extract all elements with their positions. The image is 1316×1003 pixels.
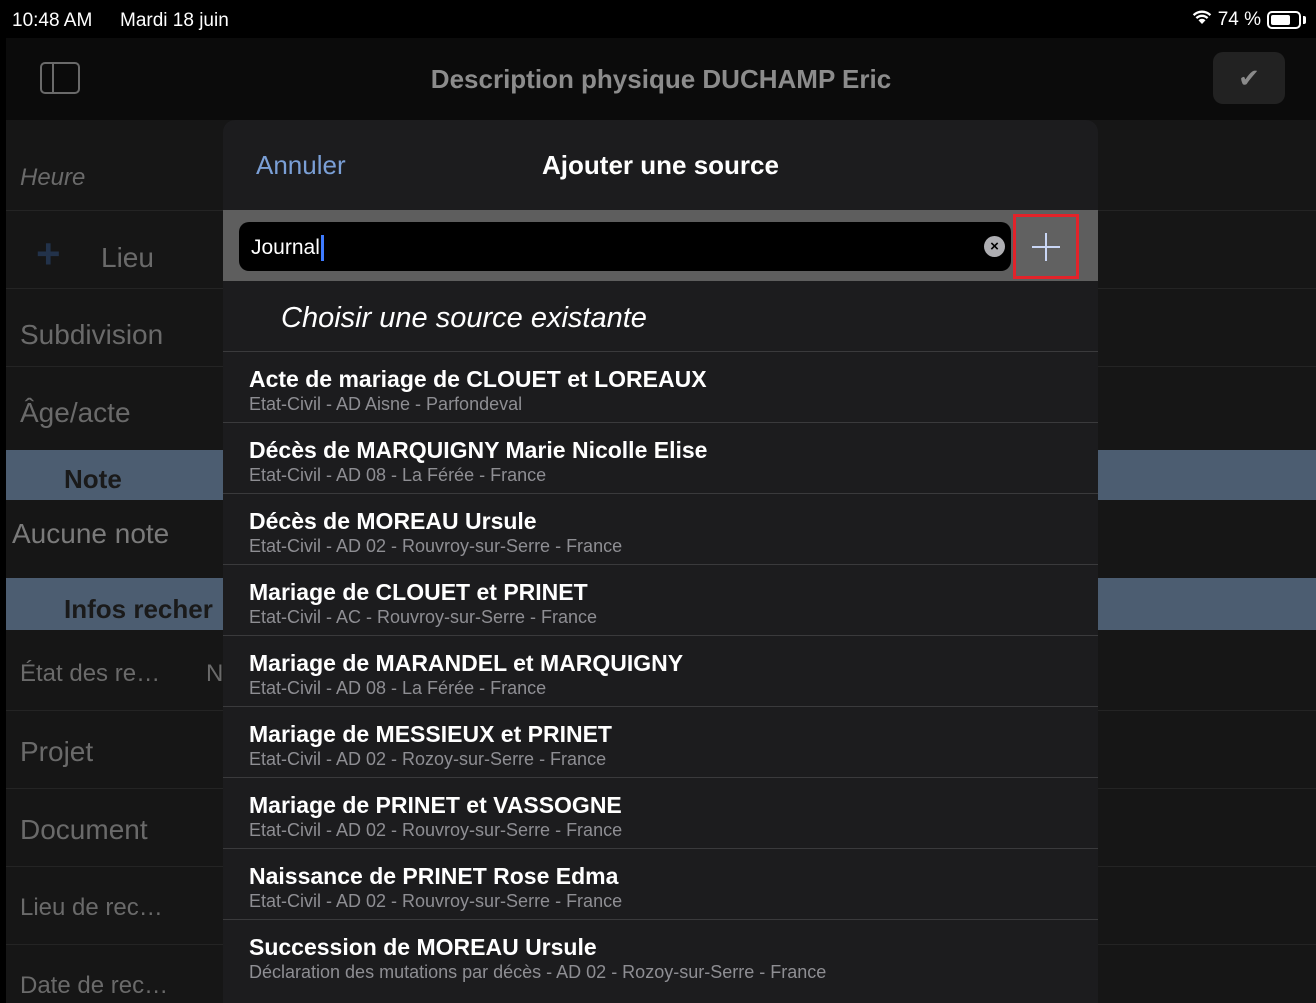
nav-bar: Description physique DUCHAMP Eric ✔ xyxy=(6,38,1316,120)
source-title: Mariage de MARANDEL et MARQUIGNY xyxy=(249,650,684,676)
source-list-item[interactable]: Mariage de PRINET et VASSOGNE Etat-Civil … xyxy=(223,777,1098,848)
source-title: Naissance de PRINET Rose Edma xyxy=(249,863,619,889)
status-time: 10:48 AM xyxy=(12,10,93,31)
add-source-button[interactable] xyxy=(1013,214,1079,279)
source-title: Décès de MARQUIGNY Marie Nicolle Elise xyxy=(249,437,708,463)
field-note-label: Aucune note xyxy=(12,518,170,549)
field-lieu-recherche-label: Lieu de rec… xyxy=(20,894,163,921)
field-projet-label: Projet xyxy=(20,736,94,767)
done-button[interactable]: ✔ xyxy=(1213,52,1285,104)
source-title: Acte de mariage de CLOUET et LOREAUX xyxy=(249,366,707,392)
source-list-item[interactable]: Mariage de MARANDEL et MARQUIGNY Etat-Civ… xyxy=(223,635,1098,706)
source-list-item[interactable]: Naissance de PRINET Rose Edma Etat-Civil … xyxy=(223,848,1098,919)
source-list-item[interactable]: Mariage de MESSIEUX et PRINET Etat-Civil … xyxy=(223,706,1098,777)
nav-title: Description physique DUCHAMP Eric xyxy=(430,64,892,94)
field-document-label: Document xyxy=(20,814,148,845)
source-title: Décès de MOREAU Ursule xyxy=(249,508,537,534)
choose-existing-label: Choisir une source existante xyxy=(281,302,647,334)
source-list-item[interactable]: Décès de MARQUIGNY Marie Nicolle Elise Et… xyxy=(223,422,1098,493)
source-subtitle: Etat-Civil - AD 08 - La Férée - France xyxy=(249,465,547,485)
battery-tip xyxy=(1303,16,1306,24)
source-subtitle: Etat-Civil - AD 02 - Rozoy-sur-Serre - F… xyxy=(249,749,607,769)
status-right: 74 % xyxy=(1192,9,1306,31)
wifi-icon xyxy=(1192,9,1212,31)
section-note-label: Note xyxy=(64,464,122,494)
source-list-item[interactable]: Décès de MOREAU Ursule Etat-Civil - AD 02… xyxy=(223,493,1098,564)
search-input-text: Journal xyxy=(251,235,324,261)
section-infos-label: Infos recher xyxy=(64,594,213,624)
source-subtitle: Etat-Civil - AD 02 - Rouvroy-sur-Serre -… xyxy=(249,820,623,840)
source-subtitle: Etat-Civil - AD 02 - Rouvroy-sur-Serre -… xyxy=(249,891,623,911)
source-subtitle: Etat-Civil - AD 02 - Rouvroy-sur-Serre -… xyxy=(249,536,623,556)
source-subtitle: Etat-Civil - AC - Rouvroy-sur-Serre - Fr… xyxy=(249,607,598,627)
add-source-modal: Annuler Ajouter une source Journal × Cho… xyxy=(223,120,1098,1003)
battery-percent: 74 % xyxy=(1217,9,1261,30)
status-bar: 10:48 AM Mardi 18 juin 74 % xyxy=(0,0,1316,38)
battery-fill xyxy=(1271,15,1290,25)
source-subtitle: Etat-Civil - AD 08 - La Férée - France xyxy=(249,678,547,698)
source-title: Mariage de PRINET et VASSOGNE xyxy=(249,792,622,818)
field-subdivision-label: Subdivision xyxy=(20,319,164,350)
text-caret xyxy=(320,235,324,261)
field-age-acte-label: Âge/acte xyxy=(20,397,131,428)
search-bar: Journal × xyxy=(223,210,1098,281)
search-input-value: Journal xyxy=(251,236,320,259)
field-date-recherche-label: Date de rec… xyxy=(20,972,169,999)
source-list: Acte de mariage de CLOUET et LOREAUX Etat… xyxy=(223,351,1098,990)
source-title: Mariage de CLOUET et PRINET xyxy=(249,579,588,605)
battery-icon xyxy=(1267,11,1301,29)
field-etat-label: État des re… xyxy=(20,660,161,687)
field-lieu-label: Lieu xyxy=(101,242,154,273)
source-list-item[interactable]: Succession de MOREAU Ursule Déclaration d… xyxy=(223,919,1098,990)
search-input[interactable]: Journal × xyxy=(239,222,1011,271)
source-title: Mariage de MESSIEUX et PRINET xyxy=(249,721,612,747)
field-heure-label: Heure xyxy=(20,164,86,191)
modal-title: Ajouter une source xyxy=(542,150,779,180)
clear-icon[interactable]: × xyxy=(984,236,1005,257)
screen: 10:48 AM Mardi 18 juin 74 % Description … xyxy=(0,0,1316,1003)
field-etat-value: N xyxy=(206,660,224,687)
add-place-icon[interactable]: + xyxy=(36,230,61,278)
modal-header: Annuler Ajouter une source xyxy=(223,120,1098,210)
source-list-item[interactable]: Mariage de CLOUET et PRINET Etat-Civil - … xyxy=(223,564,1098,635)
source-list-item[interactable]: Acte de mariage de CLOUET et LOREAUX Etat… xyxy=(223,351,1098,422)
source-subtitle: Etat-Civil - AD Aisne - Parfondeval xyxy=(249,394,523,414)
status-date: Mardi 18 juin xyxy=(120,10,229,31)
checkmark-icon: ✔ xyxy=(1238,63,1260,93)
source-subtitle: Déclaration des mutations par décès - AD… xyxy=(249,962,827,982)
source-title: Succession de MOREAU Ursule xyxy=(249,934,597,960)
